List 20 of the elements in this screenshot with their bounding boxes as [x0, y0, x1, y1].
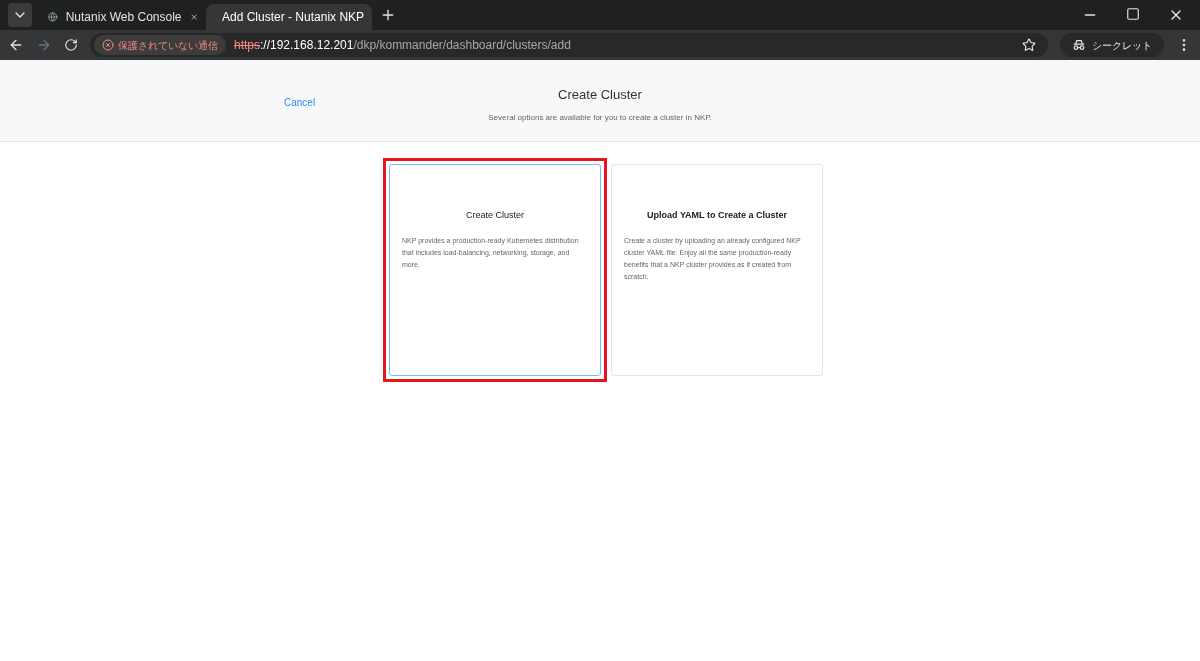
tab-list-icon[interactable]: [8, 3, 32, 27]
browser-tab[interactable]: Nutanix Web Console: [40, 4, 206, 30]
back-icon[interactable]: [8, 37, 24, 53]
url-text: https://192.168.12.201/dkp/kommander/dashboard/clusters/add: [234, 37, 572, 53]
page-subtitle: Several options are available for you to create a cluster in NKP.: [488, 112, 712, 125]
security-chip[interactable]: 保護されていない通信: [94, 35, 226, 55]
bookmark-star-icon[interactable]: [1022, 38, 1036, 52]
incognito-button[interactable]: シークレット: [1060, 33, 1164, 57]
card-title: Upload YAML to Create a Cluster: [646, 209, 788, 222]
new-tab-icon[interactable]: [380, 7, 396, 23]
page-title: Create Cluster: [558, 85, 642, 104]
maximize-icon[interactable]: [1126, 7, 1140, 21]
forward-icon[interactable]: [36, 37, 52, 53]
reload-icon[interactable]: [64, 38, 78, 52]
address-bar[interactable]: 保護されていない通信 https://192.168.12.201/dkp/kommander/dashboard/clusters/add: [90, 33, 1048, 57]
card-title: Create Cluster: [465, 209, 525, 222]
browser-tab[interactable]: Add Cluster - Nutanix NKP: [206, 4, 372, 30]
globe-icon: [48, 9, 58, 25]
warning-icon: [102, 39, 114, 51]
incognito-icon: [1072, 38, 1086, 52]
